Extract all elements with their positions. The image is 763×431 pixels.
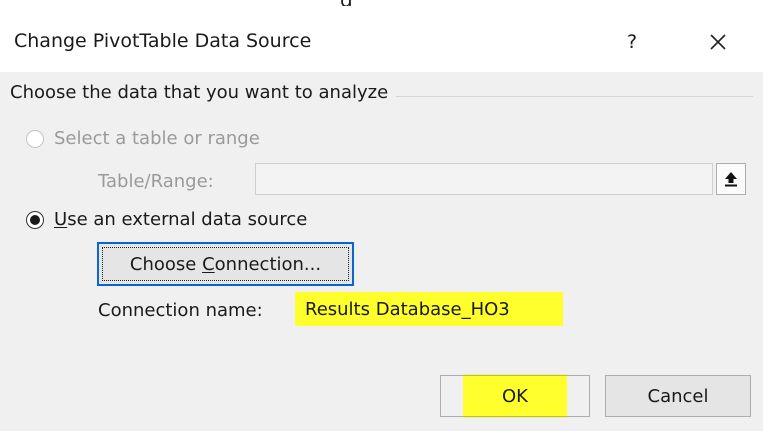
help-button[interactable]: ? [612, 22, 652, 62]
group-heading: Choose the data that you want to analyze [10, 82, 397, 103]
choose-connection-button[interactable]: Choose Connection... [97, 242, 354, 286]
connection-name-label: Connection name: [98, 300, 263, 321]
choose-connection-label: Choose Connection... [129, 253, 322, 275]
dialog-titlebar[interactable]: Change PivotTable Data Source ? [0, 6, 763, 72]
close-button[interactable] [696, 22, 740, 62]
connection-name-value: Results Database_HO3 [295, 292, 563, 326]
radio-select-table-label: Select a table or range [54, 128, 260, 149]
cancel-button[interactable]: Cancel [605, 375, 751, 417]
dialog-body: Choose the data that you want to analyze… [0, 72, 763, 431]
dialog-title: Change PivotTable Data Source [14, 30, 312, 52]
radio-external-source-label: Use an external data source [54, 209, 308, 230]
focus-rectangle: Choose Connection... [102, 247, 349, 281]
radio-selected-icon [26, 210, 44, 229]
help-icon: ? [626, 31, 638, 53]
close-icon [710, 34, 726, 50]
table-range-label: Table/Range: [98, 171, 214, 192]
collapse-dialog-button[interactable] [716, 163, 746, 195]
ok-button[interactable]: OK [440, 375, 590, 417]
radio-unselected-icon [26, 129, 44, 148]
radio-external-source[interactable]: Use an external data source [26, 209, 307, 230]
radio-select-table[interactable]: Select a table or range [26, 128, 260, 149]
collapse-dialog-arrow-icon [725, 172, 737, 187]
table-range-input[interactable] [255, 163, 713, 195]
